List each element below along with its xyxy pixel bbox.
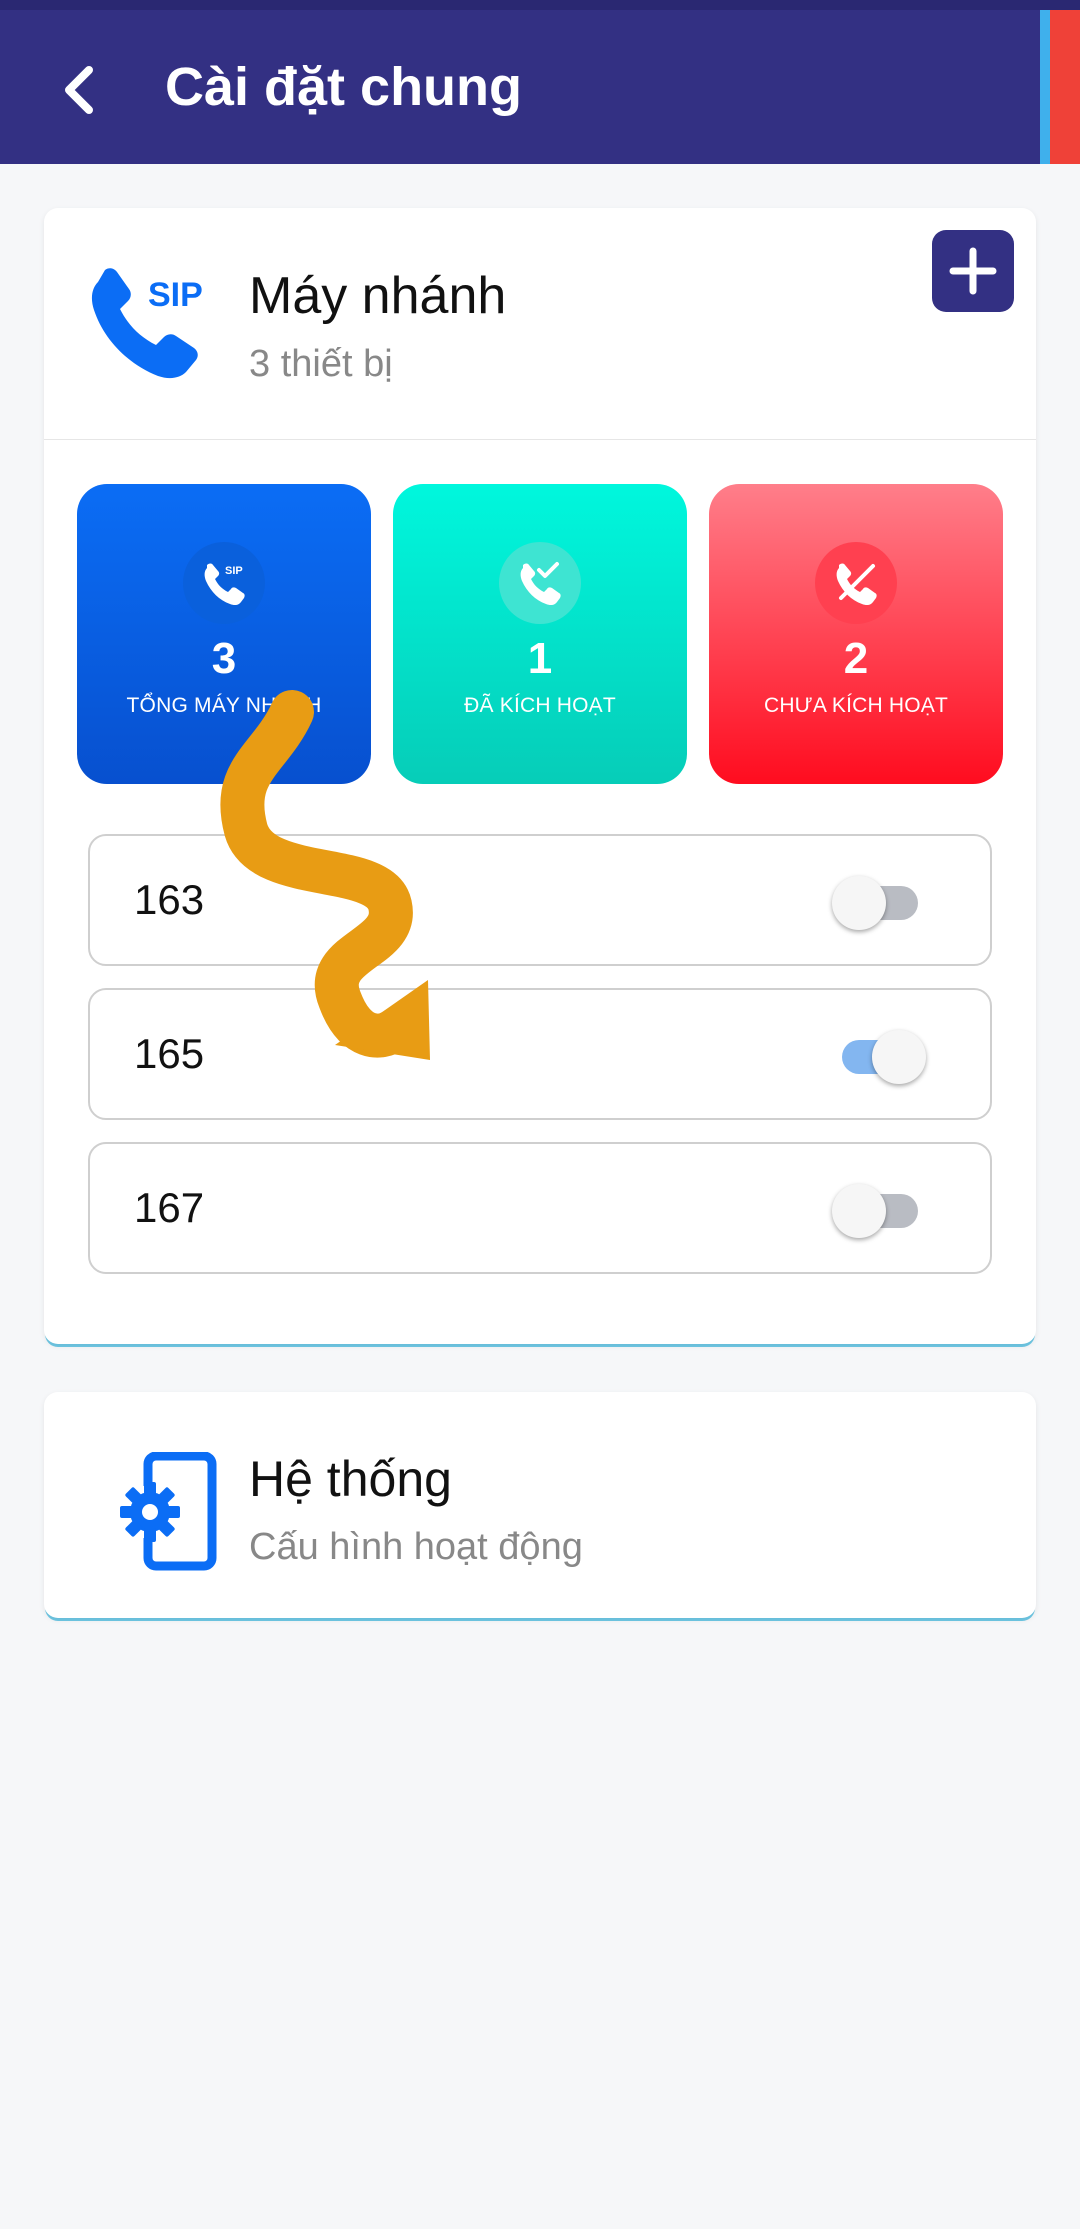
- extension-number: 167: [134, 1184, 205, 1231]
- extension-row-165[interactable]: 165: [88, 988, 992, 1120]
- stat-total-label: TỔNG MÁY NHÁNH: [126, 694, 322, 717]
- stat-total-value: 3: [211, 634, 237, 683]
- svg-text:SIP: SIP: [148, 276, 203, 314]
- stat-tile-total[interactable]: SIP 3 TỔNG MÁY NHÁNH: [77, 484, 371, 784]
- page-title: Cài đặt chung: [165, 57, 523, 117]
- sip-phone-icon: SIP: [183, 542, 265, 624]
- system-subtitle: Cấu hình hoạt động: [249, 1526, 583, 1568]
- stat-active-value: 1: [527, 634, 553, 683]
- back-button[interactable]: [44, 50, 114, 130]
- status-strip: [0, 0, 1080, 10]
- toggle-knob: [832, 1184, 886, 1238]
- extension-number: 165: [134, 1030, 205, 1077]
- stat-tile-inactive[interactable]: 2 CHƯA KÍCH HOẠT: [709, 484, 1003, 784]
- stat-inactive-value: 2: [843, 634, 869, 683]
- extension-row-167[interactable]: 167: [88, 1142, 992, 1274]
- svg-text:SIP: SIP: [225, 565, 243, 577]
- edge-accent-red: [1050, 10, 1080, 164]
- stat-inactive-label: CHƯA KÍCH HOẠT: [763, 694, 949, 717]
- extension-toggle[interactable]: [832, 1184, 924, 1238]
- add-extension-button[interactable]: [932, 230, 1014, 312]
- app-header: Cài đặt chung: [0, 0, 1080, 164]
- system-title: Hệ thống: [249, 1451, 452, 1507]
- extension-toggle[interactable]: [832, 1030, 926, 1084]
- sip-phone-icon: SIP: [91, 268, 203, 379]
- extensions-card-header[interactable]: SIP Máy nhánh 3 thiết bị: [44, 208, 1036, 440]
- phone-off-icon: [815, 542, 897, 624]
- device-settings-icon: [120, 1452, 217, 1571]
- toggle-knob: [832, 876, 886, 930]
- system-card[interactable]: Hệ thống Cấu hình hoạt động: [44, 1392, 1036, 1618]
- settings-screen: Cài đặt chung SIP Máy nhánh 3 thiết bị S…: [0, 0, 1080, 2229]
- extension-number: 163: [134, 876, 205, 923]
- extensions-card: SIP Máy nhánh 3 thiết bị SIP 3 TỔNG MÁY …: [44, 208, 1036, 1344]
- extension-toggle[interactable]: [832, 876, 924, 930]
- phone-check-icon: [499, 542, 581, 624]
- plus-icon: [949, 247, 997, 295]
- extensions-subtitle: 3 thiết bị: [249, 343, 393, 385]
- stat-active-label: ĐÃ KÍCH HOẠT: [464, 694, 616, 717]
- toggle-knob: [872, 1030, 926, 1084]
- chevron-left-icon: [65, 66, 93, 114]
- extensions-title: Máy nhánh: [249, 267, 507, 325]
- stat-tile-active[interactable]: 1 ĐÃ KÍCH HOẠT: [393, 484, 687, 784]
- extension-row-163[interactable]: 163: [88, 834, 992, 966]
- edge-accent-blue: [1040, 10, 1050, 164]
